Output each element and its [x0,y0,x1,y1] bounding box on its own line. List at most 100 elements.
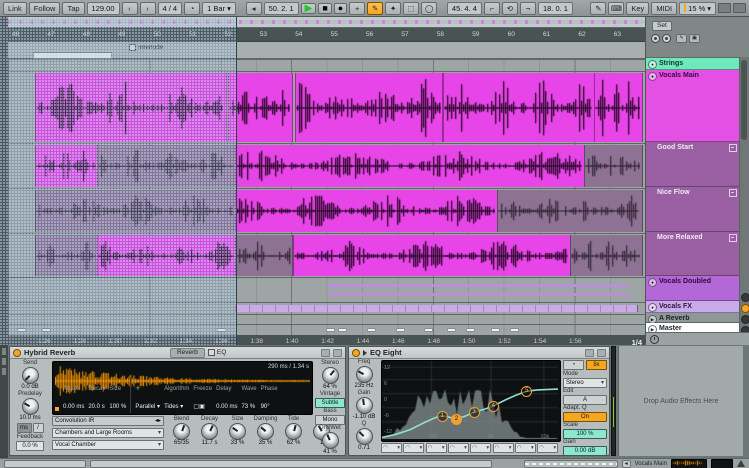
attack-value[interactable]: 0.00 ms [63,404,84,410]
midi-map-button[interactable]: MIDI [651,1,678,15]
record-button[interactable]: ● [333,2,348,14]
more-relaxed-clip[interactable] [569,235,643,276]
eq-eight-title-bar[interactable]: EQ Eight [349,347,609,359]
track-header-nice-flow[interactable]: Nice Flow [646,187,749,232]
track-lane-nice-flow[interactable] [8,188,645,233]
device-on-led[interactable] [352,348,360,357]
nudge-down-button[interactable]: ‹ [121,1,138,15]
vocals-main-clip[interactable] [294,73,444,142]
device-hybrid-reverb[interactable]: Hybrid Reverb Reverb EQ Send 0.0 dB Pred… [9,346,346,456]
edit-ab-button[interactable]: A [563,395,607,405]
track-lane-vocals-main[interactable] [8,71,645,143]
take-lane-icon[interactable] [729,189,737,197]
key-map-button[interactable]: Key [626,1,650,15]
size-knob-group[interactable]: Size 33 % [224,416,251,447]
tab-eq[interactable]: EQ [217,349,226,356]
eq-tab-checkbox[interactable] [207,349,215,356]
re-enable-automation-button[interactable]: ◯ [421,1,438,15]
q-knob[interactable] [355,428,373,445]
eq-spectrum-display[interactable]: 12 6 0 -6 -12 100 1k 10k 1 2 3 4 5 [381,360,561,442]
ir-category-dropdown[interactable]: Chambers and Large Rooms ▾ [52,428,164,438]
next-locator-button[interactable] [662,34,671,43]
phase-value[interactable]: 90° [261,404,270,410]
audition-button[interactable]: ◔ [563,360,584,370]
track-lane-strings[interactable] [8,59,645,71]
detail-view-selector[interactable] [0,345,8,458]
nice-flow-clip[interactable] [35,190,237,232]
more-relaxed-clip[interactable] [97,235,237,276]
output-gain-field[interactable]: 0.00 dB [563,446,607,456]
ms-toggle[interactable]: ms [16,423,32,433]
nice-flow-clip[interactable] [234,190,498,232]
damping-knob[interactable] [257,423,274,440]
vintage-selector[interactable]: Subtle [315,398,345,408]
good-start-clip[interactable] [583,145,643,187]
damping-knob-group[interactable]: Damping 35 % [252,416,279,447]
filter-type-dropdown[interactable]: ◠ ▾ [381,443,402,453]
tempo-field[interactable]: 129.00 [86,1,120,15]
clip-preview-display[interactable] [671,458,707,468]
freeze-buttons[interactable]: ▢▣ [193,404,204,410]
gain-knob[interactable] [355,397,373,414]
good-start-clip[interactable] [234,145,585,187]
save-preset-icon[interactable] [333,348,342,357]
predelay-knob[interactable] [21,398,39,415]
folder-icon[interactable]: ▣ [689,34,700,43]
ir-waveform-display[interactable]: 290 ms / 1.34 s Attack 0.00 ms Decay 20.0 … [52,361,313,415]
oversampling-button[interactable]: 8x [586,360,607,370]
scrub-locator-area[interactable]: Interlude [8,42,645,59]
round-button-active[interactable] [741,304,749,313]
set-locator-button[interactable]: Set [652,21,672,31]
round-button-1[interactable] [741,293,749,302]
filter-type-dropdown[interactable]: ◠ ▾ [470,443,492,453]
decay-knob-group[interactable]: Decay 11.7 s [196,416,223,447]
dry-wet-knob[interactable] [321,432,339,449]
computer-midi-keyboard-button[interactable]: ⌨ [608,1,625,15]
track-header-vocals-main[interactable]: ● Vocals Main [646,70,749,142]
stop-button[interactable]: ■ [318,2,332,14]
sync-toggle[interactable]: / [32,423,44,433]
more-relaxed-clip[interactable] [234,235,294,276]
decay-value[interactable]: 20.0 s [88,404,104,410]
loop-length-field[interactable]: 18. 0. 1 [537,1,573,15]
arrangement-overview-strip[interactable] [8,17,645,28]
overdub-button[interactable]: + [349,1,366,15]
track-header-more-relaxed[interactable]: More Relaxed [646,232,749,276]
tide-knob[interactable] [285,423,302,440]
metronome-toggle[interactable]: ◔ [184,1,201,15]
nudge-up-button[interactable]: › [139,1,156,15]
track-header-good-start[interactable]: Good Start [646,142,749,187]
more-relaxed-clip[interactable] [292,235,571,276]
track-enable-icon[interactable]: ● [648,72,657,81]
follow-playhead-button[interactable]: ◂ [245,1,262,15]
fold-device-icon[interactable] [363,349,367,356]
filter-type-dropdown[interactable]: ◠ ▾ [537,443,559,453]
arrangement-position-field[interactable]: 50. 2. 1 [263,1,299,15]
vocals-main-clip[interactable] [228,73,294,142]
decay-knob[interactable] [201,423,218,440]
filter-type-dropdown[interactable]: ◠ ▾ [425,443,447,453]
automation-arm-button[interactable]: ✎ [367,1,384,15]
capture-midi-button[interactable]: ✦ [385,1,402,15]
take-lane-icon[interactable] [729,144,737,152]
stereo-knob[interactable] [321,367,339,384]
round-button-2[interactable] [741,315,749,324]
wave-value[interactable]: 73 % [241,404,255,410]
hybrid-reverb-title-bar[interactable]: Hybrid Reverb Reverb EQ [10,347,345,359]
loop-toggle[interactable]: ⟲ [501,1,518,15]
size-knob[interactable] [229,423,246,440]
punch-in-button[interactable]: ⌐ [483,1,500,15]
filter-type-dropdown[interactable]: ◠ ▾ [492,443,514,453]
track-lane-good-start[interactable] [8,143,645,188]
back-arrow-button[interactable]: ◂ [621,459,631,468]
hot-swap-icon[interactable] [585,348,594,357]
locator-interlude[interactable]: Interlude [129,44,163,51]
drop-audio-effects-zone[interactable]: Drop Audio Effects Here [618,346,743,456]
device-on-led[interactable] [13,348,21,357]
punch-out-button[interactable]: ¬ [519,1,536,15]
track-lane-a-reverb[interactable] [8,314,645,324]
blend-knob-group[interactable]: Blend 65/35 [168,416,195,447]
send-knob[interactable] [21,367,39,384]
track-header-vocals-fx[interactable]: ● Vocals FX [646,301,749,313]
eq-band-1[interactable]: 1 [436,410,448,422]
